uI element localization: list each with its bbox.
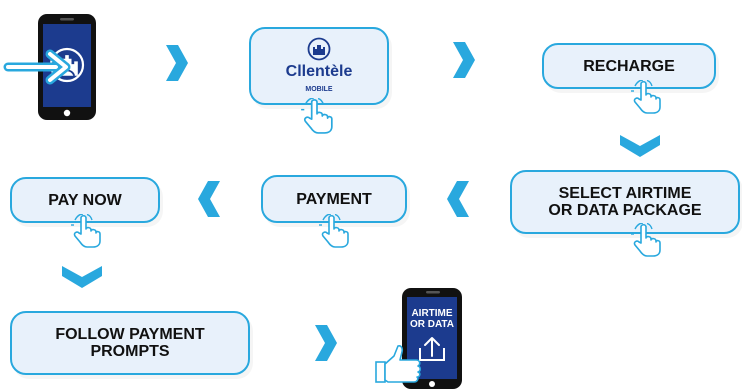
tap-hand-icon	[300, 98, 333, 134]
chevron-icon	[315, 325, 337, 361]
select-package-box[interactable]: SELECT AIRTIME OR DATA PACKAGE	[510, 170, 740, 234]
payment-label: PAYMENT	[296, 190, 372, 208]
tap-hand-icon	[630, 80, 661, 114]
tap-hand-icon	[70, 214, 101, 248]
chevron-left-icon	[447, 181, 469, 217]
chevron-icon	[453, 42, 475, 78]
chevron-left-icon	[198, 181, 220, 217]
phone-with-arrow-icon	[3, 14, 96, 120]
select-package-line2: OR DATA PACKAGE	[548, 202, 702, 219]
chevron-down-icon	[620, 135, 660, 157]
follow-prompts-line1: FOLLOW PAYMENT	[55, 326, 205, 343]
chevron-down-icon	[62, 266, 102, 288]
final-phone: AIRTIME OR DATA	[374, 284, 470, 389]
or-data-label: OR DATA	[409, 319, 455, 330]
clientele-brand-text: Cllentèle	[285, 62, 353, 80]
final-phone-text: AIRTIME OR DATA	[407, 308, 457, 330]
clientele-app-box[interactable]: Cllentèle MOBILE	[249, 27, 389, 105]
tap-hand-icon	[630, 223, 661, 257]
follow-prompts-line2: PROMPTS	[90, 343, 170, 360]
select-package-line1: SELECT AIRTIME	[558, 185, 692, 202]
castle-logo-icon	[307, 37, 331, 60]
pay-now-label: PAY NOW	[48, 191, 122, 209]
open-app-phone	[3, 14, 108, 120]
mobile-subtext: MOBILE	[305, 85, 333, 93]
tap-hand-icon	[318, 214, 349, 248]
recharge-box[interactable]: RECHARGE	[542, 43, 716, 89]
airtime-label: AIRTIME	[411, 308, 453, 319]
recharge-label: RECHARGE	[583, 57, 675, 75]
chevron-icon	[166, 45, 188, 81]
follow-prompts-box[interactable]: FOLLOW PAYMENT PROMPTS	[10, 311, 250, 375]
thumbs-up-icon	[375, 345, 422, 383]
